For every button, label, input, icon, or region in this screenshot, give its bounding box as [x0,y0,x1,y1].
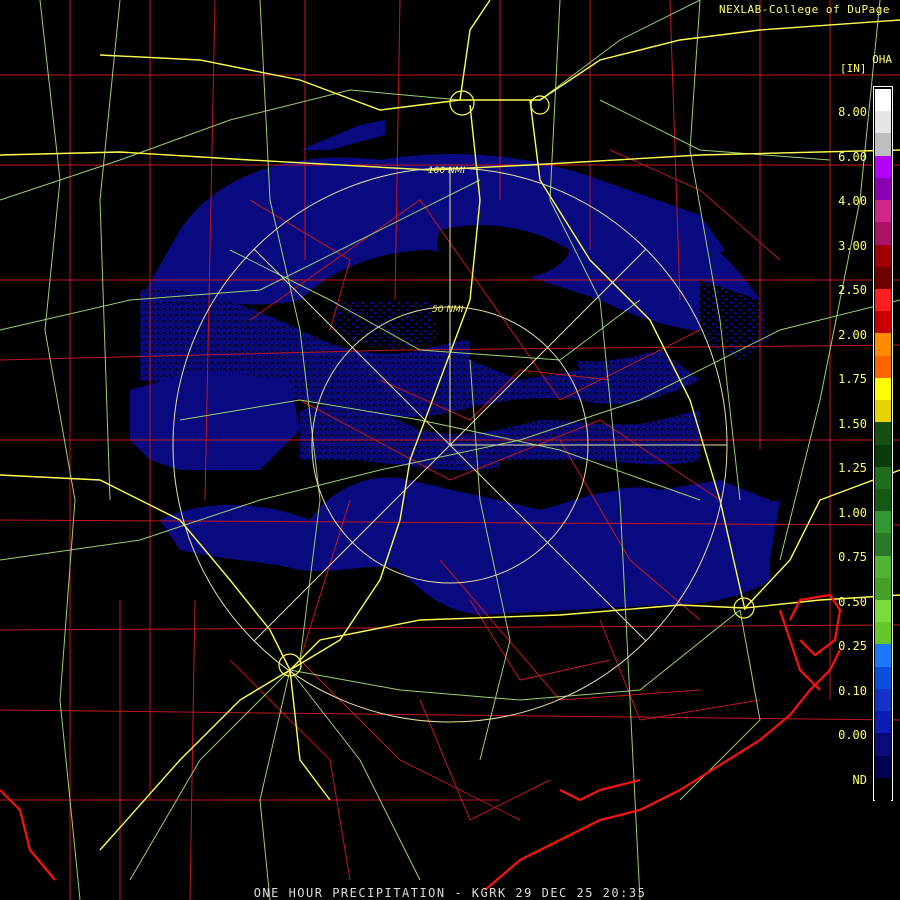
legend-swatch [875,711,891,735]
legend-swatch [875,266,891,290]
credit-text: NEXLAB-College of DuPage [719,3,890,16]
legend-label: 0.25 [838,639,867,653]
product-code: OHA [872,53,892,66]
legend-swatch [875,666,891,690]
legend-swatch [875,155,891,179]
legend-swatch [875,311,891,335]
legend-label: ND [852,772,867,787]
precip-legend [873,86,893,801]
legend-swatch [875,533,891,557]
legend-swatch [875,488,891,512]
ring-label-50: 50 NMI [432,305,464,315]
legend-label: 8.00 [838,105,867,119]
legend-swatch [875,244,891,268]
legend-swatch [875,755,891,779]
legend-swatch [875,133,891,157]
legend-label: 0.10 [838,683,867,698]
legend-swatch [875,222,891,246]
legend-swatch [875,688,891,712]
legend-label: 1.00 [838,505,867,520]
precip-echoes [130,120,780,615]
legend-swatch [875,644,891,668]
legend-swatch [875,555,891,579]
legend-swatch [875,333,891,357]
legend-swatch [875,466,891,490]
legend-swatch [875,777,891,801]
legend-label: 4.00 [838,194,867,208]
legend-label: 0.50 [838,594,867,609]
units-label: [IN] [840,62,867,75]
legend-swatch [875,377,891,401]
legend-swatch [875,288,891,312]
legend-swatch [875,733,891,757]
legend-label: 2.50 [838,283,867,297]
legend-label: 1.75 [838,372,867,386]
legend-swatch [875,200,891,224]
product-caption: ONE HOUR PRECIPITATION - KGRK 29 DEC 25 … [253,886,647,900]
legend-swatch [875,444,891,468]
coastline [0,593,842,891]
legend-swatch [875,177,891,201]
legend-swatch [875,89,891,112]
legend-label: 2.00 [838,327,867,342]
legend-label: 3.00 [838,238,867,253]
legend-swatch [875,511,891,535]
ring-label-100: 100 NMI [428,166,466,176]
legend-swatch [875,622,891,646]
legend-swatch [875,355,891,379]
legend-label: 0.00 [838,728,867,742]
radar-map: 50 NMI 100 NMI [0,0,900,900]
legend-label: 6.00 [838,149,867,164]
legend-swatch [875,422,891,446]
legend-swatch [875,600,891,624]
legend-label: 0.75 [838,550,867,564]
legend-swatch [875,400,891,424]
legend-swatch [875,111,891,135]
legend-label: 1.50 [838,416,867,431]
legend-swatch [875,577,891,601]
legend-label: 1.25 [838,461,867,475]
